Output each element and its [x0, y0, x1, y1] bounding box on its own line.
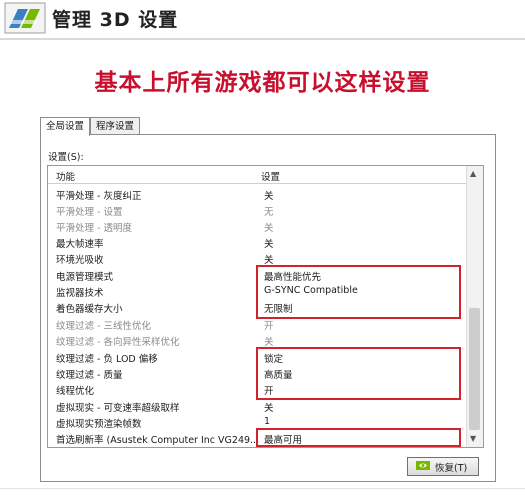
settings-label: 设置(S):: [48, 152, 84, 163]
feature-name: 着色器缓存大小: [56, 304, 123, 315]
feature-name: 线程优化: [56, 386, 95, 397]
feature-name: 平滑处理 - 灰度纠正: [56, 191, 142, 202]
feature-name: 纹理过滤 - 各向异性采样优化: [56, 337, 180, 348]
table-row[interactable]: 纹理过滤 - 各向异性采样优化 关: [48, 332, 466, 348]
list-header: 功能 设置: [48, 166, 466, 184]
feature-name: 首选刷新率 (Asustek Computer Inc VG249...: [56, 435, 260, 446]
feature-value: 关: [264, 223, 274, 234]
nvidia-3d-icon: [4, 2, 46, 34]
restore-button[interactable]: 恢复(T): [407, 457, 479, 476]
window-title: 管理 3D 设置: [52, 9, 179, 31]
feature-value: 无: [264, 207, 274, 218]
column-header-feature[interactable]: 功能: [56, 169, 75, 183]
scrollbar-thumb[interactable]: [469, 308, 480, 430]
feature-name: 电源管理模式: [56, 272, 114, 283]
tab-program-settings[interactable]: 程序设置: [90, 117, 141, 135]
feature-name: 虚拟现实预渲染帧数: [56, 419, 142, 430]
feature-value: 关: [264, 403, 274, 414]
scroll-down-arrow-icon[interactable]: ▼: [470, 434, 476, 443]
feature-name: 纹理过滤 - 三线性优化: [56, 321, 151, 332]
highlight-box: [256, 428, 461, 447]
table-row[interactable]: 平滑处理 - 设置 无: [48, 202, 466, 218]
feature-name: 环境光吸收: [56, 255, 104, 266]
scroll-up-arrow-icon[interactable]: ▲: [470, 169, 476, 178]
nvidia-restore-icon: [416, 461, 430, 470]
tab-global-settings[interactable]: 全局设置: [40, 117, 91, 136]
table-row[interactable]: 虚拟现实 - 可变速率超级取样 关: [48, 398, 466, 414]
feature-value: 关: [264, 239, 274, 250]
feature-value: 关: [264, 337, 274, 348]
feature-name: 平滑处理 - 设置: [56, 207, 123, 218]
feature-name: 纹理过滤 - 质量: [56, 370, 123, 381]
highlight-box: [256, 347, 461, 400]
feature-value: 1: [264, 416, 271, 427]
feature-name: 平滑处理 - 透明度: [56, 223, 132, 234]
scrollbar[interactable]: ▲ ▼: [466, 166, 483, 447]
feature-name: 最大帧速率: [56, 239, 104, 250]
restore-button-label: 恢复(T): [435, 463, 468, 474]
table-row[interactable]: 最大帧速率 关: [48, 234, 466, 250]
feature-name: 虚拟现实 - 可变速率超级取样: [56, 403, 180, 414]
column-header-setting[interactable]: 设置: [261, 169, 280, 183]
feature-name: 监视器技术: [56, 288, 104, 299]
table-row[interactable]: 平滑处理 - 灰度纠正 关: [48, 186, 466, 202]
feature-value: 关: [264, 255, 274, 266]
divider: [0, 488, 525, 489]
table-row[interactable]: 平滑处理 - 透明度 关: [48, 218, 466, 234]
feature-value: 关: [264, 191, 274, 202]
feature-name: 纹理过滤 - 负 LOD 偏移: [56, 354, 158, 365]
table-row[interactable]: 环境光吸收 关: [48, 250, 466, 266]
headline: 基本上所有游戏都可以这样设置: [94, 70, 431, 96]
highlight-box: [256, 265, 461, 319]
title-bar: 管理 3D 设置: [0, 0, 525, 40]
settings-list[interactable]: 功能 设置 平滑处理 - 灰度纠正关 平滑处理 - 设置无 平滑处理 - 透明度…: [47, 165, 484, 448]
feature-value: 开: [264, 321, 274, 332]
